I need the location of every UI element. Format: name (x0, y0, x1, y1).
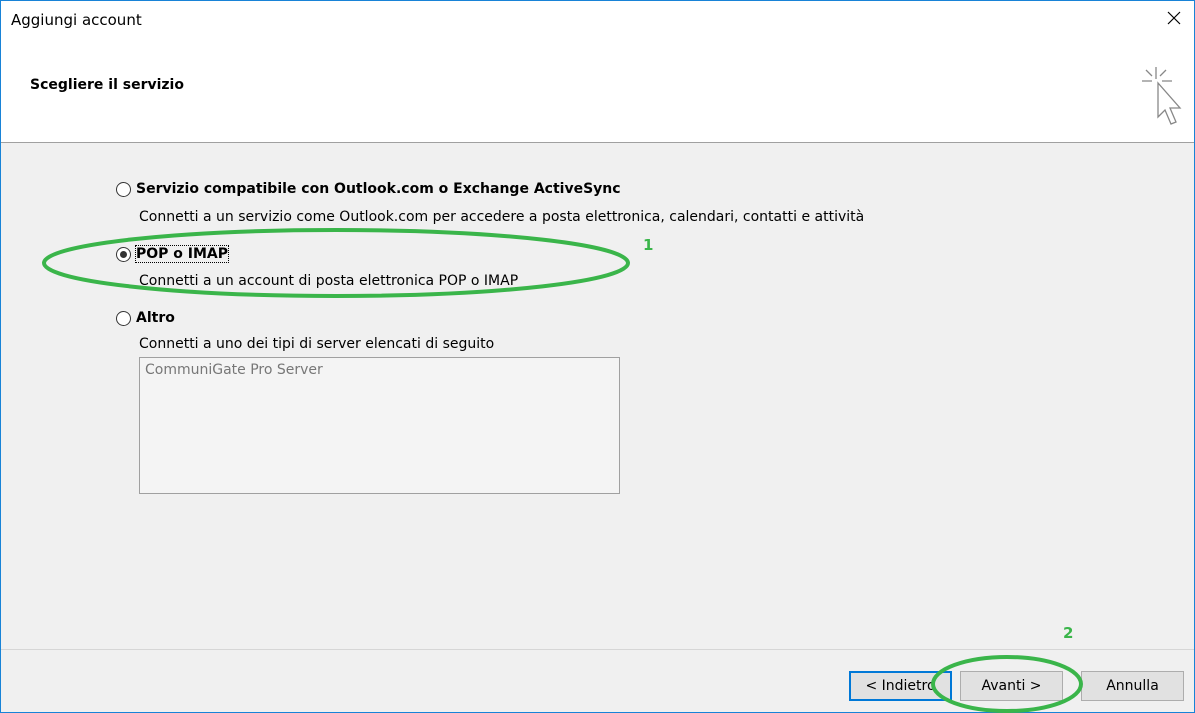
wizard-header: Scegliere il servizio (1, 35, 1194, 143)
page-title: Scegliere il servizio (30, 77, 184, 93)
wizard-cursor-icon (1142, 67, 1182, 125)
close-button[interactable] (1154, 1, 1194, 35)
option-activesync-label: Servizio compatibile con Outlook.com o E… (136, 181, 621, 197)
option-pop-imap-description: Connetti a un account di posta elettroni… (139, 273, 519, 289)
list-item[interactable]: CommuniGate Pro Server (145, 362, 323, 378)
next-button-label: Avanti > (981, 678, 1042, 694)
close-icon (1167, 11, 1181, 25)
window-title: Aggiungi account (11, 11, 142, 29)
radio-activesync[interactable] (116, 181, 131, 197)
option-other[interactable]: Altro (116, 310, 175, 326)
back-button[interactable]: < Indietro (849, 671, 952, 701)
annotation-label-1: 1 (643, 236, 654, 254)
option-other-description: Connetti a uno dei tipi di server elenca… (139, 336, 495, 352)
back-button-label: < Indietro (865, 678, 936, 694)
option-activesync-description: Connetti a un servizio come Outlook.com … (139, 209, 865, 225)
title-bar: Aggiungi account (1, 1, 1194, 35)
option-other-label: Altro (136, 310, 175, 326)
radio-pop-imap[interactable] (116, 246, 131, 262)
footer-divider (1, 649, 1194, 650)
annotation-label-2: 2 (1063, 624, 1074, 642)
next-button[interactable]: Avanti > (960, 671, 1063, 701)
option-pop-imap[interactable]: POP o IMAP (116, 245, 230, 263)
cancel-button-label: Annulla (1106, 678, 1159, 694)
cancel-button[interactable]: Annulla (1081, 671, 1184, 701)
radio-other[interactable] (116, 310, 131, 326)
option-pop-imap-label: POP o IMAP (134, 245, 230, 263)
add-account-dialog: Aggiungi account Scegliere il servizio S… (0, 0, 1195, 713)
option-activesync[interactable]: Servizio compatibile con Outlook.com o E… (116, 181, 621, 197)
server-type-list[interactable]: CommuniGate Pro Server (139, 357, 620, 494)
